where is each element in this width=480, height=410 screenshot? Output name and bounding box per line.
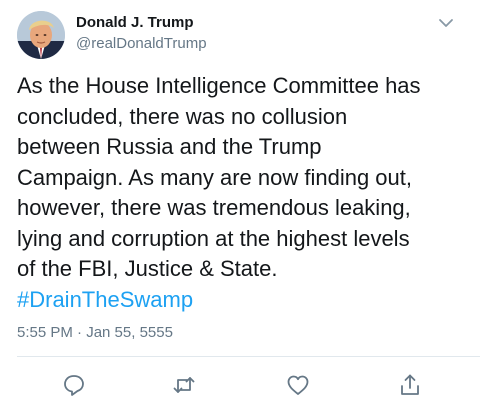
tweet-text: As the House Intelligence Committee has …: [17, 73, 421, 281]
hashtag-link[interactable]: #DrainTheSwamp: [17, 287, 193, 312]
tweet-body: As the House Intelligence Committee has …: [17, 71, 472, 315]
user-handle[interactable]: @realDonaldTrump: [76, 35, 207, 52]
share-icon[interactable]: [397, 372, 423, 398]
retweet-icon[interactable]: [171, 372, 197, 398]
display-name[interactable]: Donald J. Trump: [76, 14, 194, 31]
chevron-down-icon[interactable]: [437, 16, 455, 30]
tweet-timestamp[interactable]: 5:55 PM · Jan 55, 5555: [17, 324, 173, 341]
avatar[interactable]: [17, 11, 65, 59]
divider: [17, 356, 480, 357]
heart-icon[interactable]: [285, 372, 311, 398]
reply-icon[interactable]: [61, 372, 87, 398]
tweet-card: Donald J. Trump @realDonaldTrump As the …: [0, 0, 480, 410]
avatar-portrait-icon: [17, 11, 65, 59]
